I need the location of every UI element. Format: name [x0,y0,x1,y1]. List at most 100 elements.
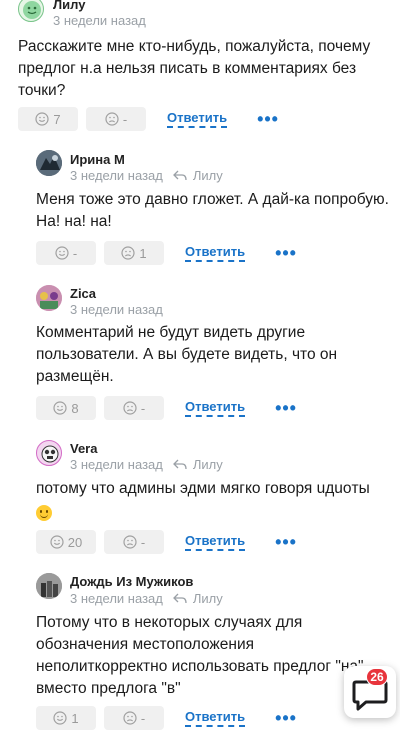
reply-button[interactable]: Ответить [185,244,246,262]
comment-text-line: На! на! на! [36,213,112,230]
more-options-button[interactable]: ••• [275,399,297,417]
smile-icon [50,535,64,549]
sad-icon [105,112,119,126]
dislike-count: - [140,534,146,550]
smile-icon [55,246,69,260]
comment-text-line: пользователи. А вы будете видеть, что он [36,346,338,363]
reply-to-name: Лилу [192,168,223,183]
like-button[interactable]: 20 [36,530,96,554]
comment-text-line: Расскажите мне кто-нибудь, пожалуйста, п… [18,38,371,55]
like-button[interactable]: - [36,241,96,265]
comment-time: 3 недели назад Лилу [70,457,223,472]
smile-icon [53,401,67,415]
like-count: 8 [71,400,79,416]
more-options-button[interactable]: ••• [257,110,279,128]
comment-author[interactable]: Ирина М [70,152,125,167]
sad-icon [123,401,137,415]
avatar-photo-icon [36,285,62,311]
comment-text: Расскажите мне кто-нибудь, пожалуйста, п… [18,36,390,102]
comment-time: 3 недели назад Лилу [70,168,223,183]
comment-author[interactable]: Zica [70,286,96,301]
comment-actions: 20 - Ответить ••• [36,530,297,554]
reply-button[interactable]: Ответить [185,533,246,551]
comment-timestamp: 3 недели назад [70,457,163,472]
comment-actions: 8 - Ответить ••• [36,396,297,420]
comment-text-line: вместо предлога "в" [36,680,181,697]
comment-text-line: предлог н.а нельзя писать в комментариях… [18,60,357,77]
comment-text: Потому что в некоторых случаях для обозн… [36,612,392,700]
comment-text-line: неполиткорректно использовать предлог "н… [36,658,364,675]
avatar[interactable] [36,440,62,466]
reply-to[interactable]: Лилу [172,457,223,472]
reply-to-name: Лилу [192,457,223,472]
comment-text-line: потому что админы эдми мягко говоря uдuo… [36,480,370,497]
avatar[interactable] [36,573,62,599]
avatar-face-icon [41,445,59,463]
dislike-count: - [122,111,128,127]
comment-text-line: Меня тоже это давно гложет. А дай-ка поп… [36,191,389,208]
comment-text-line: размещён. [36,368,114,385]
comment-timestamp: 3 недели назад [53,13,146,28]
comment-time: 3 недели назад [53,13,146,28]
comment-text: Комментарий не будут видеть другие польз… [36,322,392,388]
dislike-button[interactable]: 1 [104,241,164,265]
comment-timestamp: 3 недели назад [70,591,163,606]
like-count: - [72,245,78,261]
avatar[interactable] [36,285,62,311]
comment-timestamp: 3 недели назад [70,168,163,183]
comment-text-line: Комментарий не будут видеть другие [36,324,306,341]
like-button[interactable]: 7 [18,107,78,131]
comment-actions: 7 - Ответить ••• [18,107,279,131]
avatar[interactable] [36,150,62,176]
dislike-button[interactable]: - [104,396,164,420]
chat-button[interactable]: 26 [344,666,396,718]
comment-actions: 1 - Ответить ••• [36,706,297,730]
comment-time: 3 недели назад Лилу [70,591,223,606]
comment-actions: - 1 Ответить ••• [36,241,297,265]
sad-icon [121,246,135,260]
like-count: 1 [71,710,79,726]
like-button[interactable]: 8 [36,396,96,420]
comment-text-line: точки? [18,82,66,99]
more-options-button[interactable]: ••• [275,709,297,727]
dislike-count: - [140,400,146,416]
dislike-button[interactable]: - [104,706,164,730]
comment-author[interactable]: Лилу [53,0,85,12]
more-options-button[interactable]: ••• [275,533,297,551]
reply-to[interactable]: Лилу [172,168,223,183]
avatar-photo-icon [36,573,62,599]
like-count: 20 [67,534,83,550]
dislike-count: - [140,710,146,726]
avatar-face-icon [23,1,41,19]
reply-to-name: Лилу [192,591,223,606]
reply-to[interactable]: Лилу [172,591,223,606]
reply-button[interactable]: Ответить [167,110,228,128]
reply-button[interactable]: Ответить [185,709,246,727]
comment-author[interactable]: Дождь Из Мужиков [70,574,193,589]
sad-icon [123,711,137,725]
like-button[interactable]: 1 [36,706,96,730]
comment-text-line: Потому что в некоторых случаях для [36,614,303,631]
smile-icon [35,112,49,126]
sad-icon [123,535,137,549]
dislike-count: 1 [139,245,147,261]
reply-arrow-icon [172,170,187,180]
notification-badge: 26 [366,668,388,686]
more-options-button[interactable]: ••• [275,244,297,262]
dislike-button[interactable]: - [86,107,146,131]
comment-time: 3 недели назад [70,302,163,317]
comment-text: потому что админы эдми мягко говоря uдuo… [36,478,392,526]
reply-arrow-icon [172,459,187,469]
reply-button[interactable]: Ответить [185,399,246,417]
comment-text-line: обозначения местоположения [36,636,255,653]
avatar[interactable] [18,0,44,22]
comment-timestamp: 3 недели назад [70,302,163,317]
avatar-photo-icon [36,150,62,176]
like-count: 7 [53,111,61,127]
comment-text: Меня тоже это давно гложет. А дай-ка поп… [36,189,392,233]
smile-emoji-icon [36,505,52,521]
smile-icon [53,711,67,725]
comment-author[interactable]: Vera [70,441,97,456]
reply-arrow-icon [172,593,187,603]
dislike-button[interactable]: - [104,530,164,554]
